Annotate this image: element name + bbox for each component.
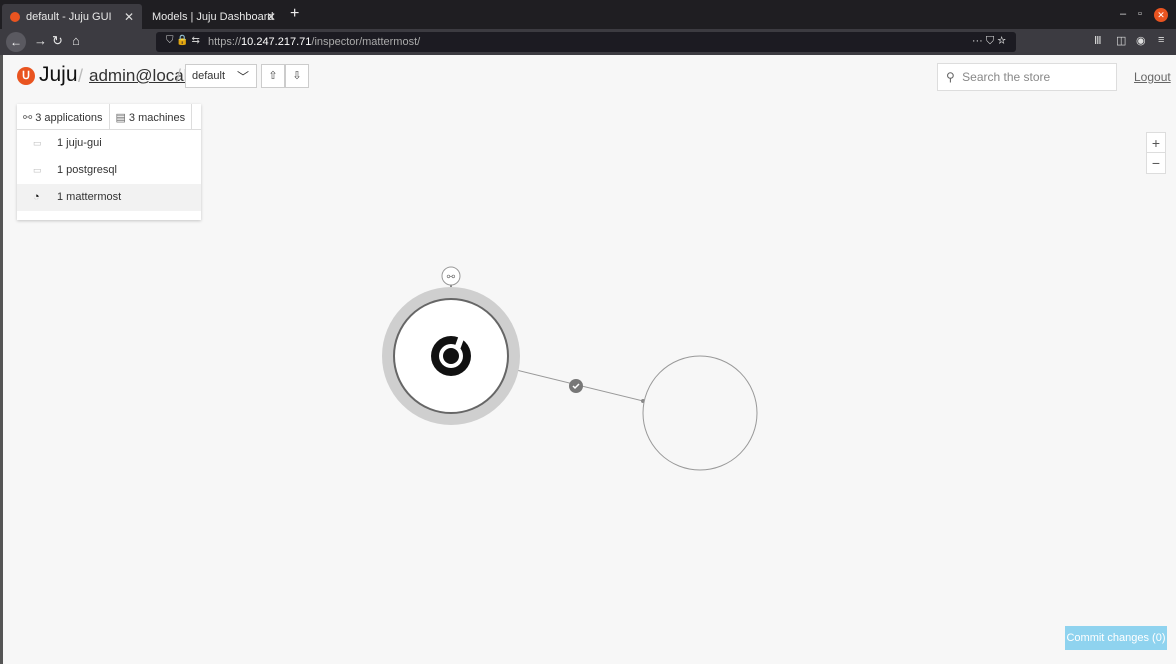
tab-label: 3 applications — [35, 112, 103, 124]
app-icon: ▭ — [33, 165, 42, 175]
new-tab-button[interactable]: + — [290, 5, 299, 23]
app-node-ring — [382, 287, 520, 425]
export-icon[interactable]: ⇧ — [261, 64, 285, 88]
import-icon[interactable]: ⇩ — [285, 64, 309, 88]
model-name: default — [192, 70, 226, 82]
app-label: 1 postgresql — [57, 164, 117, 176]
breadcrumb-separator: / — [78, 66, 84, 86]
forward-icon[interactable]: → — [34, 33, 47, 48]
added-services-panel: ⚯ 3 applications ▤ 3 machines ▭ 1 juju-gui … — [17, 104, 201, 220]
relation-endpoint — [641, 399, 645, 403]
browser-nav-bar: ← → ↻ ⌂ ⛉ 🔒 ⇆ https://10.247.217.71/insp… — [0, 29, 1176, 55]
account-icon[interactable]: ◉ — [1136, 34, 1146, 47]
back-icon[interactable]: ← — [6, 32, 26, 52]
juju-favicon-icon — [10, 11, 20, 22]
check-glyph — [572, 383, 580, 390]
browser-tab-active[interactable]: default - Juju GUI ✕ — [2, 4, 142, 29]
user-breadcrumb[interactable]: admin@local — [89, 66, 188, 86]
juju-app: ⚯ ᑌ Juju / admin@local / default ﹀ ⇧ ⇩ ⚲… — [0, 55, 1176, 664]
zoom-controls: + − — [1146, 132, 1166, 174]
relation-status-icon[interactable] — [569, 379, 583, 393]
page-actions[interactable]: ··· ⛉ ☆ — [972, 35, 1006, 48]
relation-icon: ⚯ — [23, 112, 33, 124]
app-label: 1 juju-gui — [57, 137, 102, 149]
mattermost-app-node[interactable] — [393, 298, 509, 414]
app-icon: ▭ — [33, 138, 42, 148]
menu-icon[interactable]: ≡ — [1158, 34, 1164, 46]
close-tab-icon[interactable]: ✕ — [266, 10, 276, 24]
app-list-item-juju-gui[interactable]: ▭ 1 juju-gui — [17, 130, 201, 157]
sidebar-icon[interactable]: ◫ — [1116, 34, 1126, 47]
home-icon[interactable]: ⌂ — [72, 33, 80, 48]
app-label: 1 mattermost — [57, 191, 122, 203]
url-bar[interactable]: ⛉ 🔒 ⇆ https://10.247.217.71/inspector/ma… — [156, 32, 1016, 52]
juju-logo-text[interactable]: Juju — [39, 63, 78, 87]
machine-icon: ▤ — [115, 112, 126, 124]
library-icon[interactable]: Ⅲ — [1094, 34, 1102, 47]
commit-changes-button[interactable]: Commit changes (0) — [1065, 626, 1167, 650]
window-close-icon[interactable]: ✕ — [1154, 8, 1168, 22]
model-switcher[interactable]: default ﹀ — [185, 64, 257, 88]
app-list-item-mattermost[interactable]: ◔ 1 mattermost — [17, 184, 201, 211]
app-list-item-postgresql[interactable]: ▭ 1 postgresql — [17, 157, 201, 184]
pocket-icon: ⛉ — [985, 35, 995, 47]
tab-title: default - Juju GUI — [26, 10, 112, 23]
bookmark-star-icon: ☆ — [997, 35, 1006, 47]
tab-machines[interactable]: ▤ 3 machines — [110, 104, 193, 129]
chevron-down-icon: ﹀ — [236, 70, 249, 84]
logout-link[interactable]: Logout — [1134, 70, 1171, 84]
tab-label: 3 machines — [128, 112, 186, 124]
mattermost-icon — [431, 331, 471, 376]
browser-tab-bar: default - Juju GUI ✕ Models | Juju Dashb… — [0, 0, 1176, 29]
url-text[interactable]: https://10.247.217.71/inspector/mattermo… — [208, 36, 420, 48]
relation-glyph: ⚯ — [447, 272, 456, 283]
search-placeholder: Search the store — [962, 70, 1051, 84]
browser-tab[interactable]: Models | Juju Dashboard ✕ — [144, 4, 284, 29]
store-search-input[interactable]: ⚲ Search the store — [937, 63, 1117, 91]
panel-tabs: ⚯ 3 applications ▤ 3 machines — [17, 104, 201, 130]
minimize-icon[interactable]: – — [1120, 8, 1126, 20]
breadcrumb-separator: / — [176, 66, 182, 86]
security-icons[interactable]: ⛉ 🔒 ⇆ — [166, 35, 200, 46]
mattermost-icon: ◔ — [33, 191, 40, 203]
pending-app-node[interactable] — [642, 355, 758, 471]
tab-title: Models | Juju Dashboard — [152, 10, 274, 23]
maximize-icon[interactable]: ▫ — [1138, 8, 1142, 20]
zoom-in-button[interactable]: + — [1147, 133, 1165, 153]
tab-applications[interactable]: ⚯ 3 applications — [17, 104, 110, 129]
close-tab-icon[interactable]: ✕ — [124, 10, 134, 24]
add-relation-icon[interactable] — [441, 266, 461, 286]
relation-line[interactable] — [507, 367, 644, 402]
reload-icon[interactable]: ↻ — [52, 33, 63, 49]
page-actions-menu-icon: ··· — [971, 35, 983, 47]
search-icon: ⚲ — [946, 70, 955, 84]
zoom-out-button[interactable]: − — [1147, 153, 1165, 173]
juju-logo-icon[interactable]: ᑌ — [17, 67, 35, 85]
